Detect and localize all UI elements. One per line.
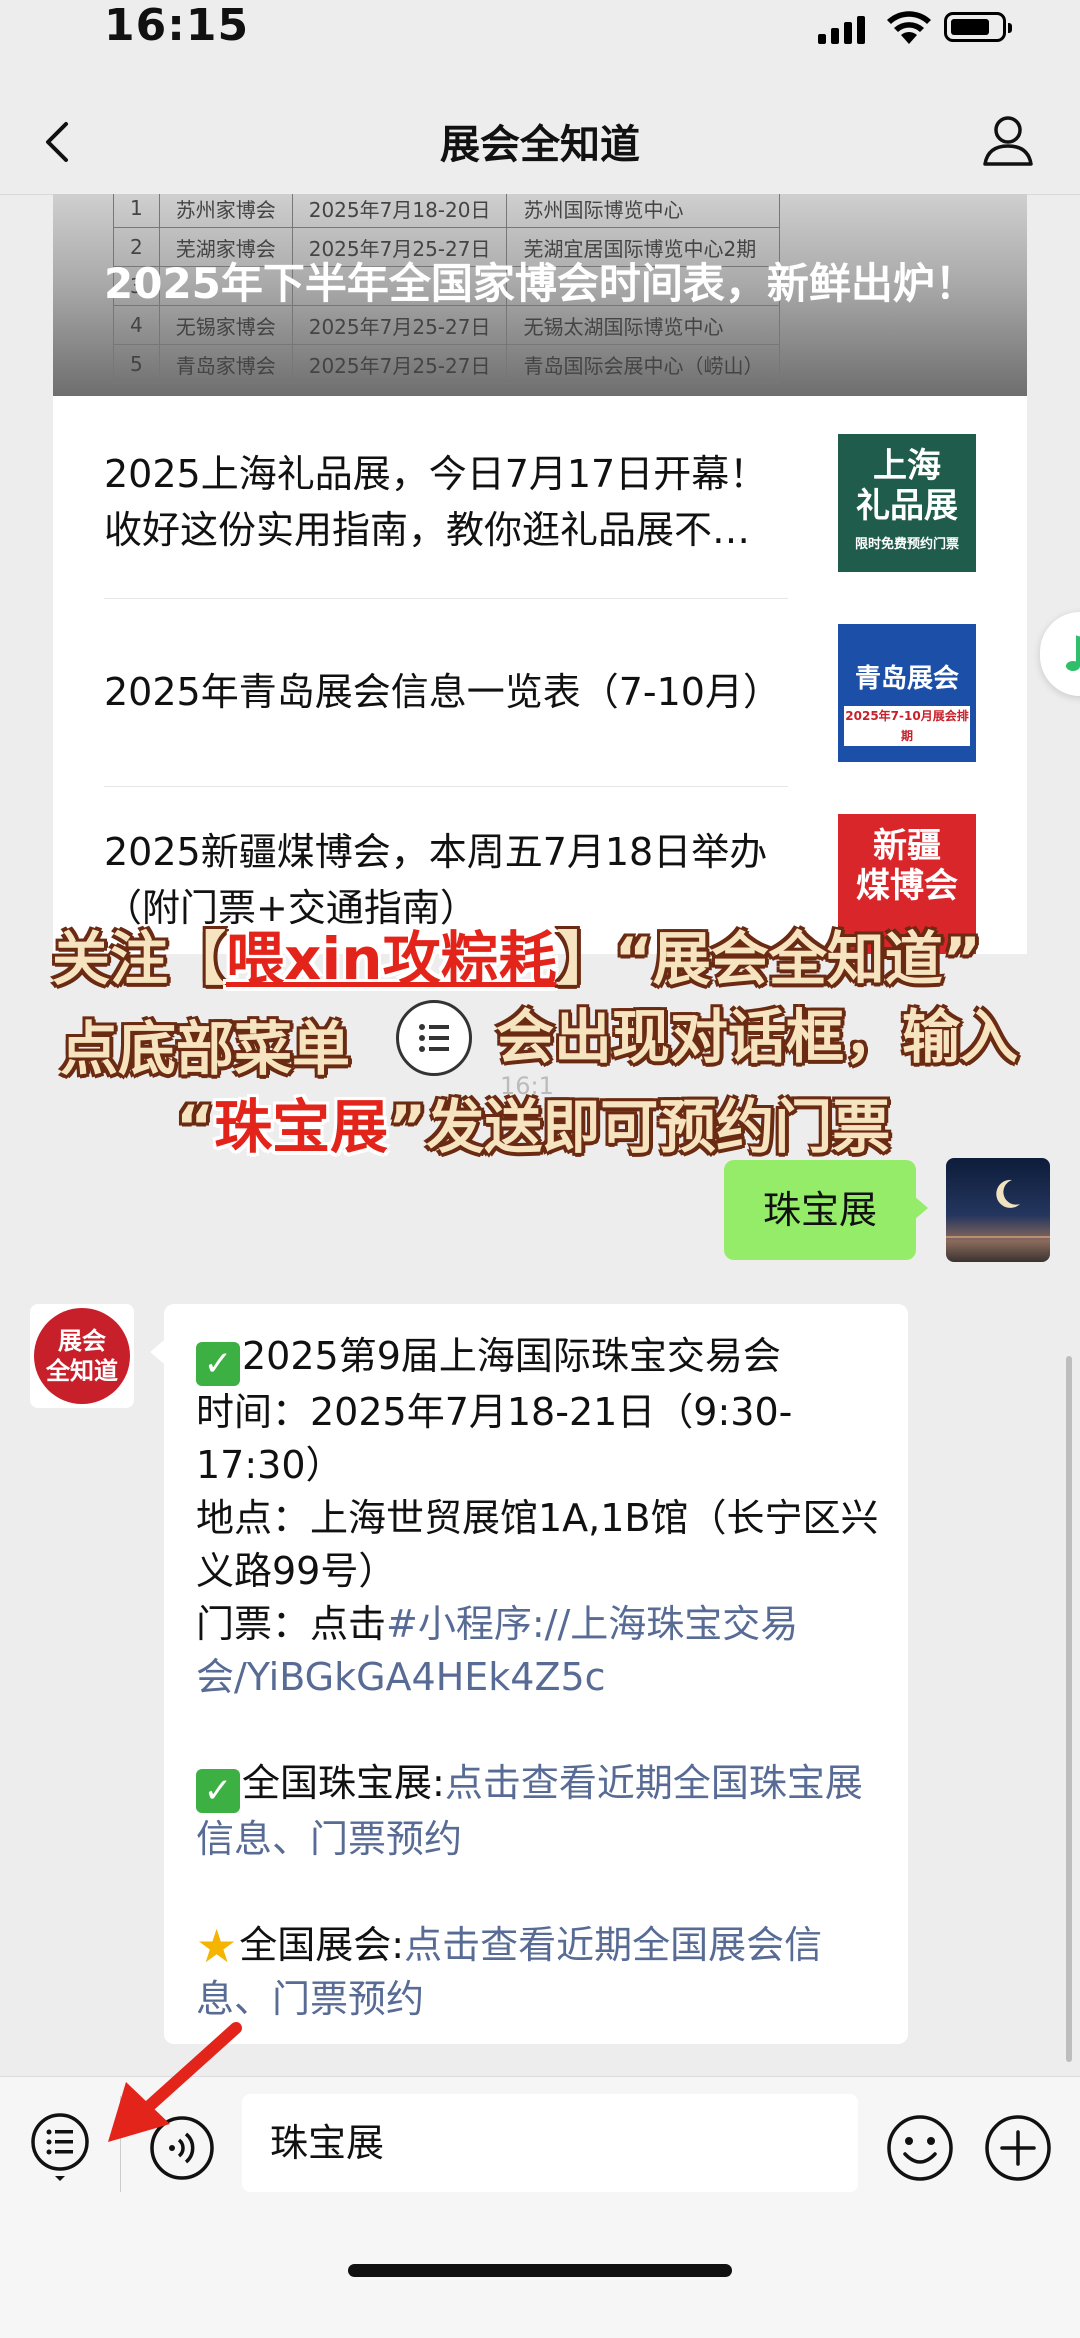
check-mark-icon: ✓	[196, 1769, 240, 1813]
ticket-label: 门票：点击	[196, 1602, 387, 1646]
page-title: 展会全知道	[440, 122, 640, 168]
music-note-icon	[1066, 635, 1080, 671]
overlay-line-2a: 点底部菜单	[60, 1015, 351, 1083]
add-icon[interactable]	[982, 2112, 1054, 2184]
bot-avatar[interactable]: 展会 全知道	[30, 1304, 134, 1408]
bubble-tail	[914, 1196, 928, 1220]
profile-icon[interactable]	[980, 112, 1036, 168]
battery-icon	[944, 12, 1012, 42]
event-place: 地点：上海世贸展馆1A,1B馆（长宁区兴义路99号）	[196, 1496, 879, 1593]
divider	[104, 598, 788, 599]
wifi-icon	[887, 11, 931, 44]
event-time: 时间：2025年7月18-21日（9:30-17:30）	[196, 1390, 793, 1487]
menu-list-icon[interactable]	[30, 2110, 94, 2182]
bubble-tail	[150, 1340, 164, 1364]
sent-message-bubble[interactable]: 珠宝展	[724, 1160, 916, 1260]
emoji-icon[interactable]	[884, 2112, 956, 2184]
article-thumbnail[interactable]: 青岛展会 2025年7-10月展会排期	[838, 624, 976, 762]
status-time: 16:15	[104, 0, 250, 51]
star-icon: ★	[196, 1919, 238, 1973]
user-avatar[interactable]	[946, 1158, 1050, 1262]
check-mark-icon: ✓	[196, 1342, 240, 1386]
home-indicator[interactable]	[348, 2264, 732, 2277]
article-item-title[interactable]: 2025上海礼品展，今日7月17日开幕！收好这份实用指南，教你逛礼品展不…	[104, 446, 804, 558]
message-input[interactable]: 珠宝展	[242, 2094, 858, 2192]
message-timestamp: 16:1	[500, 1072, 554, 1100]
cellular-signal-icon	[818, 14, 868, 44]
music-float-button[interactable]	[1040, 612, 1080, 696]
overlay-line-2b: 会出现对话框，输入	[496, 1003, 1019, 1071]
received-message-text: ✓ 2025第9届上海国际珠宝交易会 时间：2025年7月18-21日（9:30-…	[196, 1330, 886, 2026]
cover-article-title[interactable]: 2025年下半年全国家博会时间表，新鲜出炉！	[104, 252, 984, 316]
expo-label: 全国展会:	[239, 1923, 405, 1967]
event-title: 2025第9届上海国际珠宝交易会	[242, 1334, 781, 1378]
arrow-annotation-icon	[108, 2022, 242, 2142]
menu-icon	[396, 1000, 472, 1076]
jewelry-label: 全国珠宝展:	[242, 1761, 445, 1805]
article-thumbnail[interactable]: 上海 礼品展 限时免费预约门票	[838, 434, 976, 572]
divider	[104, 786, 788, 787]
article-item-title[interactable]: 2025年青岛展会信息一览表（7-10月）	[104, 664, 804, 720]
overlay-line-1: 关注【喂xin攻粽耗】“展会全知道”	[52, 925, 981, 993]
scrollbar[interactable]	[1066, 1356, 1072, 2062]
